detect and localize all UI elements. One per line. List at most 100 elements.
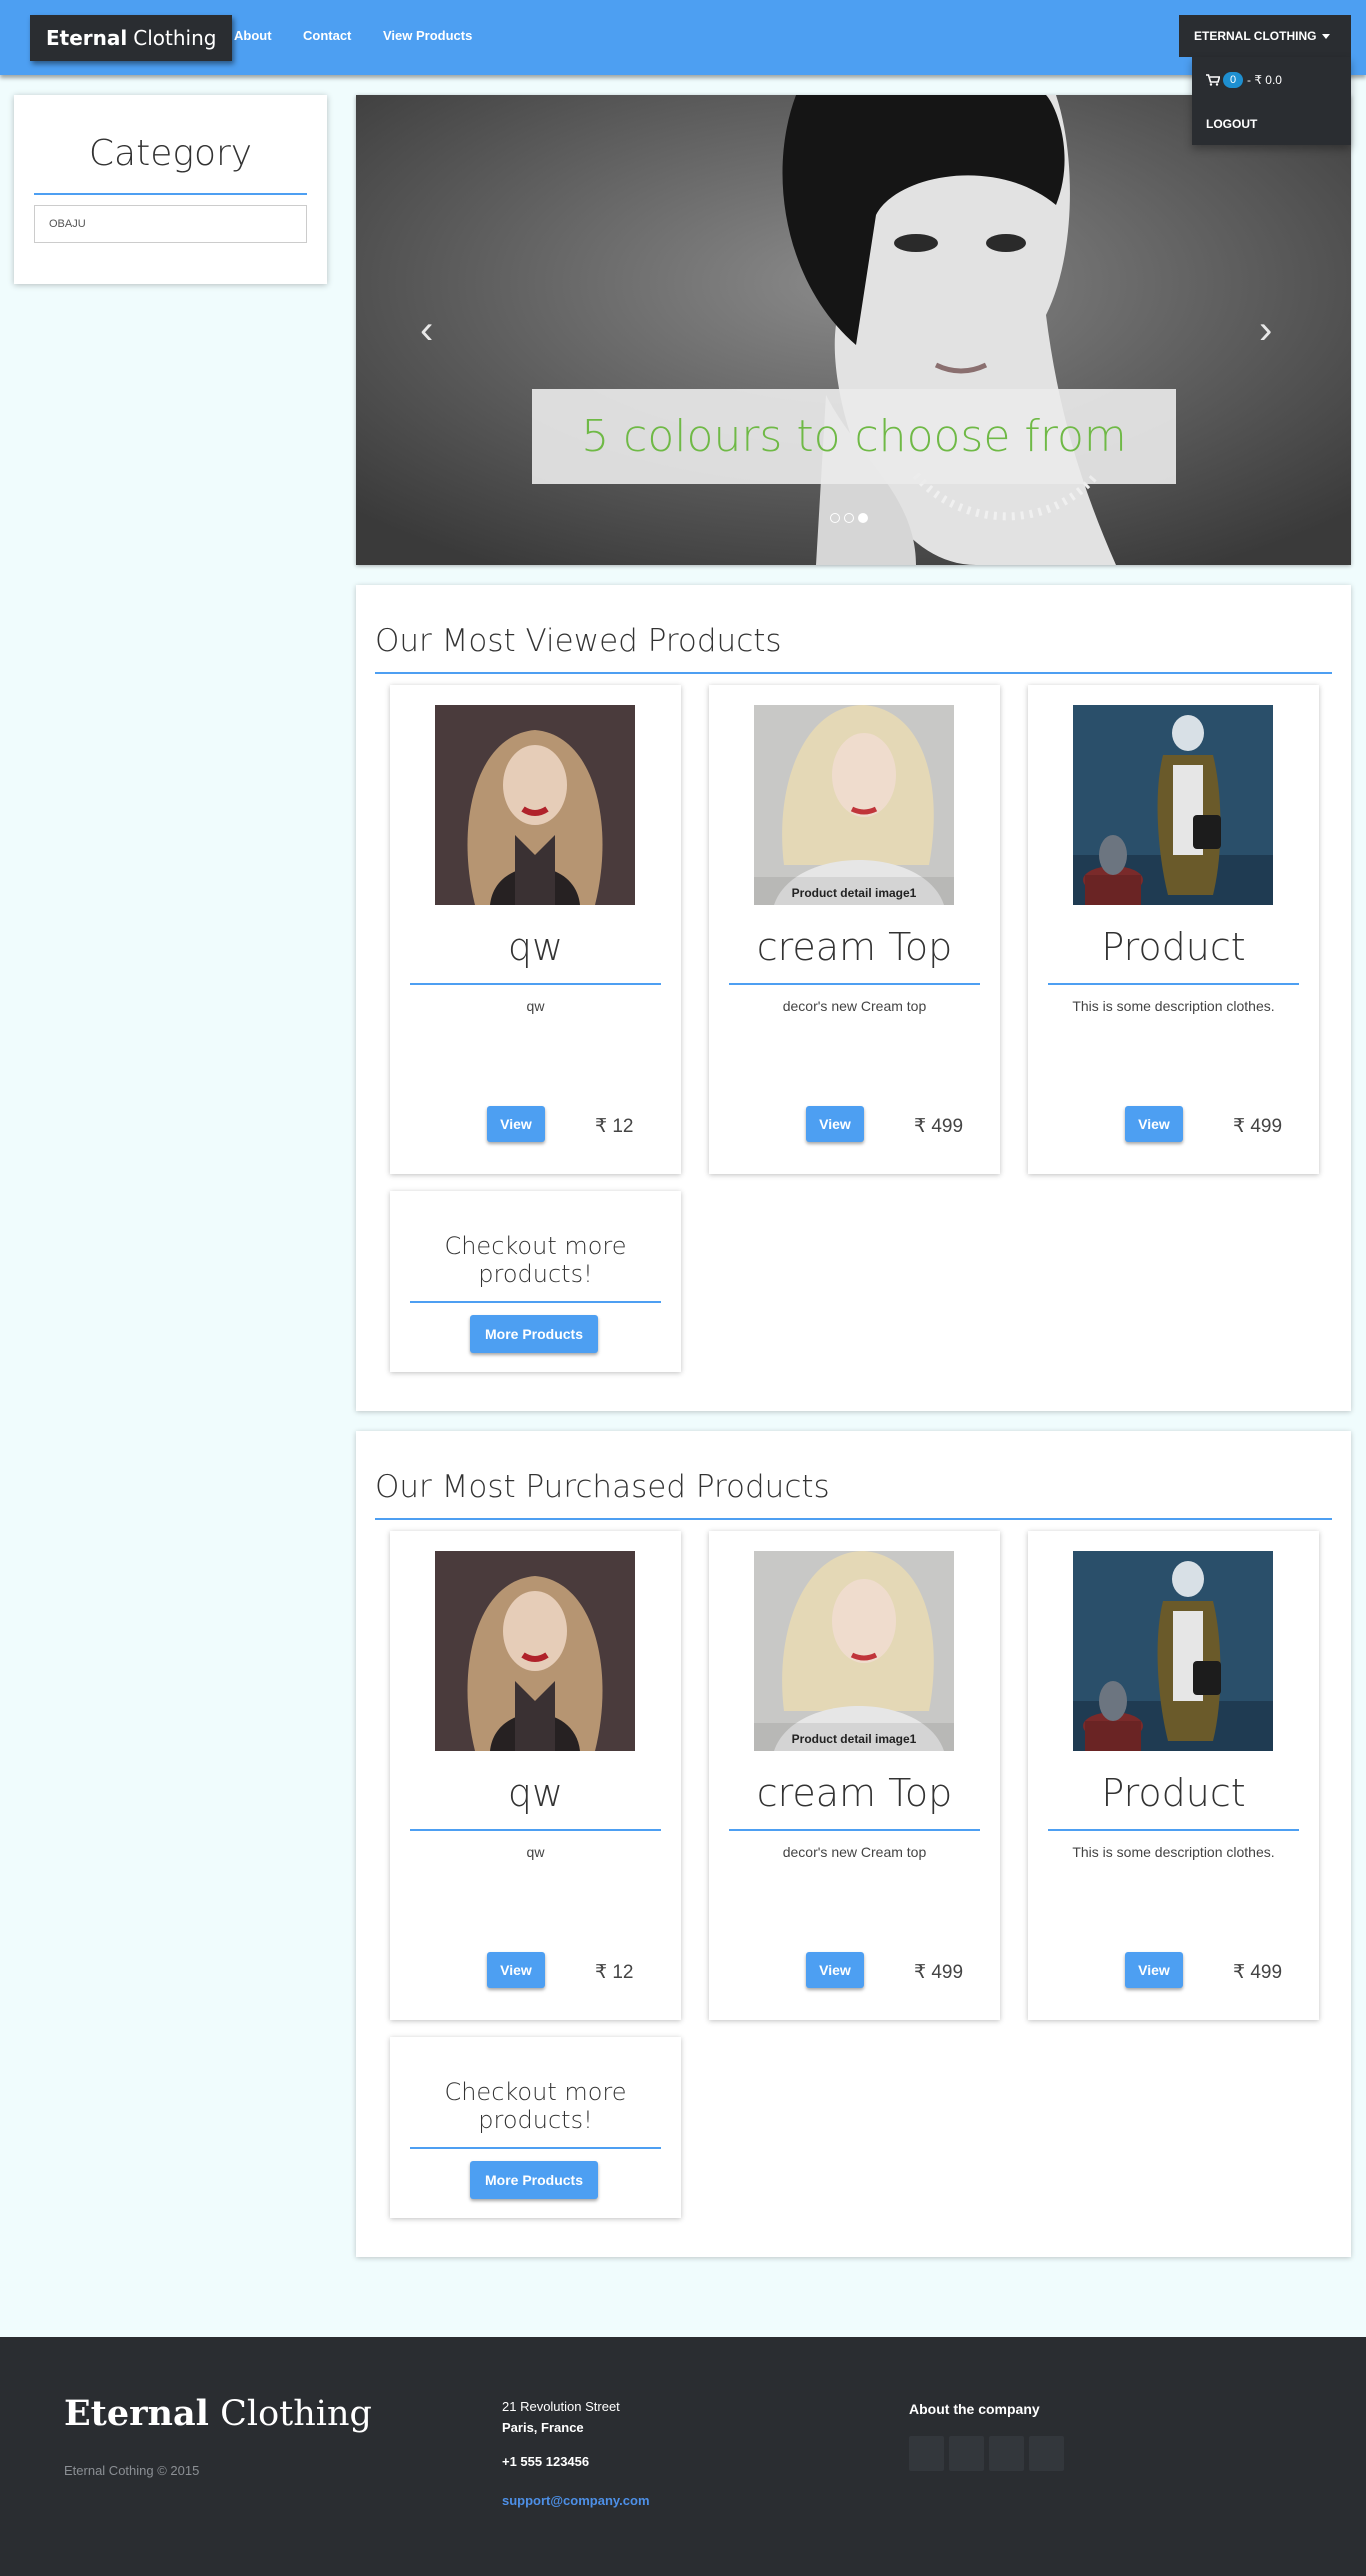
cart-count-badge: 0 <box>1223 72 1243 88</box>
section-divider <box>375 1518 1332 1520</box>
product-description: This is some description clothes. <box>1072 1844 1275 1860</box>
hero-carousel: ‹ › 5 colours to choose from <box>356 95 1351 565</box>
more-products-card: Checkout more products! More Products <box>390 1191 681 1372</box>
footer-address-line1: 21 Revolution Street <box>502 2399 620 2414</box>
nav-about[interactable]: About <box>234 28 272 43</box>
product-divider <box>729 983 980 985</box>
view-button[interactable]: View <box>487 1952 545 1988</box>
product-card: Product detail image1 cream Top decor's … <box>709 685 1000 1174</box>
view-button[interactable]: View <box>487 1106 545 1142</box>
product-name: cream Top <box>756 925 953 969</box>
product-card: qw qw View ₹ 12 <box>390 685 681 1174</box>
category-divider <box>34 193 307 195</box>
footer-copyright: Eternal Cothing © 2015 <box>64 2463 200 2478</box>
product-name: qw <box>507 925 564 969</box>
image-caption: Product detail image1 <box>792 1732 917 1746</box>
logout-link[interactable]: LOGOUT <box>1206 117 1257 131</box>
view-button[interactable]: View <box>1125 1952 1183 1988</box>
product-price: ₹ 499 <box>1233 1116 1283 1137</box>
footer-address-line2: Paris, France <box>502 2420 584 2435</box>
carousel-indicator-3[interactable] <box>858 513 868 523</box>
product-image[interactable] <box>435 1551 635 1751</box>
product-price: ₹ 12 <box>595 1962 634 1983</box>
more-products-button[interactable]: More Products <box>470 2161 598 2199</box>
carousel-slide-image <box>356 95 1351 565</box>
view-button[interactable]: View <box>1125 1106 1183 1142</box>
product-divider <box>410 1829 661 1831</box>
social-icon[interactable] <box>909 2436 944 2471</box>
social-icon[interactable] <box>1029 2436 1064 2471</box>
view-button[interactable]: View <box>806 1952 864 1988</box>
product-image[interactable] <box>1073 1551 1273 1751</box>
product-divider <box>729 1829 980 1831</box>
section-divider <box>375 672 1332 674</box>
product-card: qw qw View ₹ 12 <box>390 1531 681 2020</box>
carousel-prev-icon[interactable]: ‹ <box>420 310 433 350</box>
image-caption: Product detail image1 <box>792 886 917 900</box>
carousel-caption: 5 colours to choose from <box>532 389 1176 484</box>
product-card: Product This is some description clothes… <box>1028 1531 1319 2020</box>
product-card: Product This is some description clothes… <box>1028 685 1319 1174</box>
brand-logo[interactable]: Eternal Clothing <box>30 15 233 61</box>
more-products-card: Checkout more products! More Products <box>390 2037 681 2218</box>
cart-total: - ₹ 0.0 <box>1247 73 1282 87</box>
product-price: ₹ 499 <box>914 1116 964 1137</box>
carousel-indicator-2[interactable] <box>844 513 854 523</box>
product-card: Product detail image1 cream Top decor's … <box>709 1531 1000 2020</box>
carousel-indicator-1[interactable] <box>830 513 840 523</box>
most-viewed-section: Our Most Viewed Products qw qw View ₹ 12 <box>356 585 1351 1411</box>
social-icon[interactable] <box>989 2436 1024 2471</box>
nav-contact[interactable]: Contact <box>303 28 351 43</box>
top-navbar: Eternal Clothing About Contact View Produ… <box>0 0 1366 75</box>
product-price: ₹ 499 <box>1233 1962 1283 1983</box>
product-divider <box>410 983 661 985</box>
product-name: cream Top <box>756 1771 953 1815</box>
category-title: Category <box>88 133 253 174</box>
nav-view-products[interactable]: View Products <box>383 28 472 43</box>
view-button[interactable]: View <box>806 1106 864 1142</box>
footer-phone: +1 555 123456 <box>502 2454 590 2469</box>
more-products-title: Checkout more products! <box>444 1232 627 1288</box>
user-dropdown-menu: 0 - ₹ 0.0 LOGOUT <box>1192 57 1351 145</box>
category-item[interactable]: OBAJU <box>34 205 307 243</box>
footer-logo: Eternal Clothing <box>64 2393 372 2434</box>
product-name: qw <box>507 1771 564 1815</box>
product-description: decor's new Cream top <box>782 1844 927 1860</box>
more-products-button[interactable]: More Products <box>470 1315 598 1353</box>
more-products-title: Checkout more products! <box>444 2078 627 2134</box>
most-purchased-section: Our Most Purchased Products qw qw View ₹… <box>356 1431 1351 2257</box>
brand-bold: Eternal <box>46 26 128 50</box>
more-products-divider <box>410 2147 661 2149</box>
more-products-divider <box>410 1301 661 1303</box>
social-links <box>909 2436 1064 2471</box>
user-menu-label: ETERNAL CLOTHING <box>1194 29 1317 43</box>
user-menu-button[interactable]: ETERNAL CLOTHING <box>1179 15 1351 57</box>
footer-about-title: About the company <box>909 2401 1040 2417</box>
product-name: Product <box>1101 925 1246 969</box>
product-divider <box>1048 983 1299 985</box>
cart-link[interactable]: 0 - ₹ 0.0 <box>1206 72 1282 88</box>
category-panel: Category OBAJU <box>14 95 327 284</box>
footer-logo-thin: Clothing <box>220 2394 372 2434</box>
product-image[interactable] <box>1073 705 1273 905</box>
carousel-next-icon[interactable]: › <box>1259 310 1272 350</box>
carousel-indicators <box>830 513 868 523</box>
caret-down-icon <box>1322 34 1331 40</box>
product-description: qw <box>526 998 545 1014</box>
product-description: decor's new Cream top <box>782 998 927 1014</box>
product-image[interactable]: Product detail image1 <box>754 1551 954 1751</box>
product-name: Product <box>1101 1771 1246 1815</box>
footer: Eternal Clothing Eternal Cothing © 2015 … <box>0 2337 1366 2576</box>
product-price: ₹ 499 <box>914 1962 964 1983</box>
product-description: This is some description clothes. <box>1072 998 1275 1014</box>
product-image[interactable] <box>435 705 635 905</box>
section-title: Our Most Purchased Products <box>375 1469 830 1505</box>
social-icon[interactable] <box>949 2436 984 2471</box>
shopping-cart-icon <box>1206 74 1220 86</box>
footer-email-link[interactable]: support@company.com <box>502 2493 650 2508</box>
product-image[interactable]: Product detail image1 <box>754 705 954 905</box>
section-title: Our Most Viewed Products <box>375 623 782 659</box>
product-divider <box>1048 1829 1299 1831</box>
footer-logo-bold: Eternal <box>64 2393 209 2434</box>
product-description: qw <box>526 1844 545 1860</box>
